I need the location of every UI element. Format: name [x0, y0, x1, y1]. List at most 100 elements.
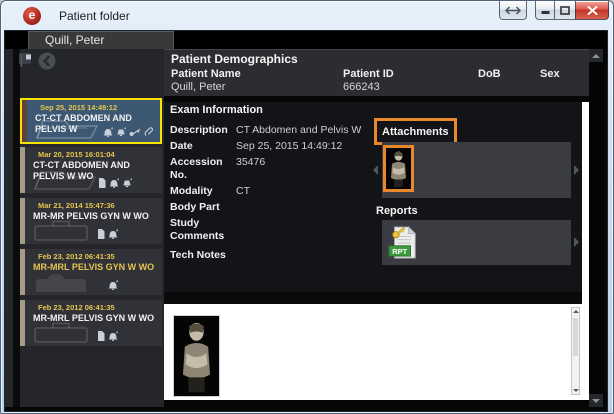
column-header-patient-name: Patient Name — [171, 68, 241, 80]
scroll-up-icon[interactable] — [573, 310, 579, 313]
paperclip-icon — [144, 127, 153, 137]
close-button[interactable] — [575, 1, 609, 20]
attachments-label: Attachments — [382, 126, 449, 138]
report-file-icon[interactable]: RPT — [388, 225, 418, 260]
patient-name-value: Quill, Peter — [171, 81, 225, 93]
attachments-highlight-box: Attachments — [374, 118, 457, 145]
tab-patient-quill-peter[interactable]: Quill, Peter — [28, 31, 174, 49]
document-icon — [97, 331, 105, 341]
exam-status-icons — [97, 331, 118, 341]
folder-watermark-icon — [34, 114, 102, 140]
field-body-part: Body Part — [170, 201, 398, 214]
field-accession-no: Accession No.35476 — [170, 156, 398, 182]
bell-icon — [109, 178, 119, 188]
exam-list-item[interactable]: Mar 21, 2014 15:47:36 MR-MR PELVIS GYN W… — [20, 198, 162, 244]
bag-watermark-icon — [32, 271, 90, 293]
thumbnail-panel-scrollbar[interactable] — [571, 307, 580, 395]
field-tech-notes: Tech Notes — [170, 249, 398, 262]
panel-divider — [164, 292, 582, 304]
main-scrollbar[interactable] — [589, 49, 603, 407]
scroll-up-button[interactable] — [589, 49, 603, 62]
bell-icon — [108, 229, 118, 239]
exam-information-panel: Exam Information DescriptionCT Abdomen a… — [164, 102, 582, 292]
app-logo-icon: e — [23, 7, 41, 25]
tab-label: Quill, Peter — [45, 33, 104, 47]
scroll-down-button[interactable] — [589, 394, 603, 407]
field-label: Description — [170, 124, 236, 137]
back-icon[interactable] — [38, 52, 56, 70]
field-label: Body Part — [170, 201, 236, 214]
exam-information-title: Exam Information — [170, 104, 263, 116]
bottom-spacer — [164, 400, 589, 407]
series-thumbnail[interactable] — [173, 315, 220, 397]
field-label: Tech Notes — [170, 249, 236, 262]
folder-watermark-icon — [32, 165, 100, 191]
key-icon — [129, 127, 141, 137]
exam-list-sidebar: Sep 25, 2015 14:49:12 CT-CT ABDOMEN AND … — [5, 49, 164, 407]
reports-scroll-right-icon[interactable] — [574, 237, 579, 247]
titlebar[interactable]: e Patient folder — [1, 1, 613, 31]
flag-icon[interactable] — [18, 52, 34, 68]
modality-color-strip — [20, 147, 25, 193]
field-modality: ModalityCT — [170, 185, 398, 198]
window-content: Quill, Peter Sep 25, 2015 14:49:12 CT-CT… — [5, 31, 607, 411]
attachments-scroll-left-icon[interactable] — [373, 165, 378, 175]
patient-demographics-panel: Patient Demographics Patient Name Patien… — [164, 49, 589, 96]
field-value: CT Abdomen and Pelvis W — [236, 124, 361, 137]
exam-status-icons — [108, 280, 118, 290]
patient-folder-window: e Patient folder Quill, Peter — [0, 0, 614, 414]
field-label: Accession No. — [170, 156, 236, 182]
column-header-dob: DoB — [478, 68, 501, 80]
exam-date: Feb 23, 2012 06:41:35 — [38, 252, 162, 261]
scroll-down-icon[interactable] — [573, 389, 579, 392]
sidebar-toolbar — [18, 52, 56, 70]
modality-color-strip — [22, 100, 27, 142]
field-value: CT — [236, 185, 250, 198]
close-icon — [587, 6, 598, 15]
exam-list-item[interactable]: Feb 23, 2012 06:41:35 MR-MRL PELVIS GYN … — [20, 249, 162, 295]
scroll-up-icon — [592, 54, 600, 58]
field-date: DateSep 25, 2015 14:49:12 — [170, 140, 398, 153]
briefcase-watermark-icon — [32, 218, 90, 242]
exam-detail-pane: Patient Demographics Patient Name Patien… — [164, 49, 589, 407]
exam-date: Mar 20, 2015 16:01:04 — [38, 150, 162, 159]
exam-date: Feb 23, 2012 06:41:35 — [38, 303, 162, 312]
field-study-comments: Study Comments — [170, 217, 398, 243]
scrollbar-thumb[interactable] — [573, 318, 578, 356]
exam-status-icons — [103, 127, 153, 137]
field-label: Date — [170, 140, 236, 153]
column-header-sex: Sex — [540, 68, 560, 80]
minimize-button[interactable] — [535, 1, 555, 20]
swap-arrows-icon — [505, 6, 521, 15]
field-value: Sep 25, 2015 14:49:12 — [236, 140, 342, 153]
bell-icon — [108, 331, 118, 341]
field-value: 35476 — [236, 156, 265, 182]
column-header-patient-id: Patient ID — [343, 68, 394, 80]
scroll-down-icon — [592, 399, 600, 403]
field-label: Study Comments — [170, 217, 236, 243]
modality-color-strip — [20, 249, 25, 295]
exam-date: Sep 25, 2015 14:49:12 — [40, 103, 160, 112]
exam-list-item[interactable]: Sep 25, 2015 14:49:12 CT-CT ABDOMEN AND … — [20, 98, 162, 144]
document-icon — [98, 178, 106, 188]
exam-list-item[interactable]: Feb 23, 2012 06:41:35 MR-MRL PELVIS GYN … — [20, 300, 162, 346]
bell-icon — [108, 280, 118, 290]
exam-list-item[interactable]: Mar 20, 2015 16:01:04 CT-CT ABDOMEN AND … — [20, 147, 162, 193]
maximize-button[interactable] — [555, 1, 575, 20]
exam-information-fields: DescriptionCT Abdomen and Pelvis W DateS… — [170, 124, 398, 265]
bell-icon — [103, 127, 113, 137]
briefcase-watermark-icon — [32, 320, 90, 344]
attachment-thumbnail[interactable] — [386, 148, 411, 189]
window-controls — [535, 1, 609, 20]
exam-status-icons — [98, 178, 132, 188]
alarm-icon — [116, 127, 126, 137]
timeline-strip — [13, 49, 20, 407]
attachments-scroll-right-icon[interactable] — [574, 165, 579, 175]
window-title: Patient folder — [59, 9, 130, 23]
patient-id-value: 666243 — [343, 81, 380, 93]
modality-color-strip — [20, 300, 25, 346]
exam-status-icons — [97, 229, 118, 239]
exam-date: Mar 21, 2014 15:47:36 — [38, 201, 162, 210]
dock-undock-button[interactable] — [499, 1, 527, 20]
minimize-icon — [541, 6, 550, 15]
